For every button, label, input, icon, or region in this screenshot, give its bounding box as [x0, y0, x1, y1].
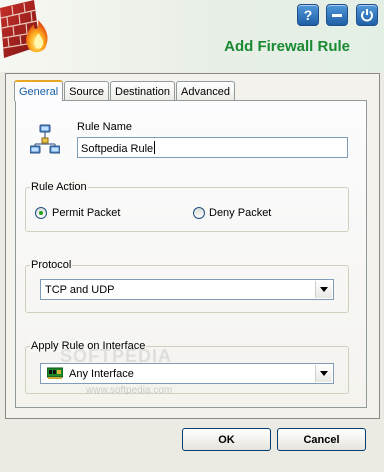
- cancel-button-label: Cancel: [303, 433, 340, 446]
- protocol-dropdown[interactable]: TCP and UDP: [40, 279, 334, 300]
- help-icon: ?: [303, 7, 313, 23]
- deny-packet-label[interactable]: Deny Packet: [209, 207, 271, 219]
- firewall-logo-icon: [0, 0, 48, 58]
- dropdown-arrow-icon[interactable]: [315, 365, 332, 382]
- close-button[interactable]: [356, 4, 378, 26]
- tab-source[interactable]: Source: [64, 81, 109, 101]
- watermark-url: www.softpedia.com: [86, 385, 173, 396]
- rule-name-field[interactable]: Softpedia Rule: [77, 137, 348, 158]
- ok-button[interactable]: OK: [182, 428, 271, 451]
- tab-label: Destination: [115, 85, 171, 98]
- tab-label: Advanced: [181, 85, 230, 98]
- permit-packet-radio[interactable]: [35, 207, 47, 219]
- minimize-button[interactable]: [326, 4, 348, 26]
- protocol-selected: TCP and UDP: [45, 284, 115, 296]
- dialog-title: Add Firewall Rule: [224, 38, 350, 55]
- interface-selected: Any Interface: [69, 368, 134, 380]
- rule-action-label: Rule Action: [30, 181, 88, 193]
- header-banner: ? Add Firewall Rule: [0, 0, 384, 72]
- network-card-icon: [47, 367, 63, 379]
- tab-strip: General Source Destination Advanced: [14, 80, 236, 101]
- power-icon: [361, 9, 373, 22]
- deny-packet-radio[interactable]: [193, 207, 205, 219]
- tab-destination[interactable]: Destination: [110, 81, 176, 101]
- tab-label: Source: [69, 85, 104, 98]
- tab-label: General: [19, 85, 59, 98]
- text-caret: [154, 141, 156, 154]
- cancel-button[interactable]: Cancel: [277, 428, 366, 451]
- help-button[interactable]: ?: [297, 4, 319, 26]
- tab-general[interactable]: General: [14, 80, 64, 101]
- dropdown-arrow-icon[interactable]: [315, 281, 332, 298]
- network-rule-icon: [30, 124, 60, 154]
- interface-dropdown[interactable]: Any Interface: [40, 363, 334, 384]
- tab-advanced[interactable]: Advanced: [176, 81, 235, 101]
- ok-button-label: OK: [218, 433, 235, 446]
- rule-name-value: Softpedia Rule: [81, 143, 154, 155]
- permit-packet-label[interactable]: Permit Packet: [52, 207, 120, 219]
- add-firewall-rule-window: ? Add Firewall Rule General Source Desti…: [0, 0, 384, 472]
- protocol-label: Protocol: [30, 259, 73, 271]
- rule-name-label: Rule Name: [77, 121, 133, 133]
- minimize-icon: [332, 14, 342, 17]
